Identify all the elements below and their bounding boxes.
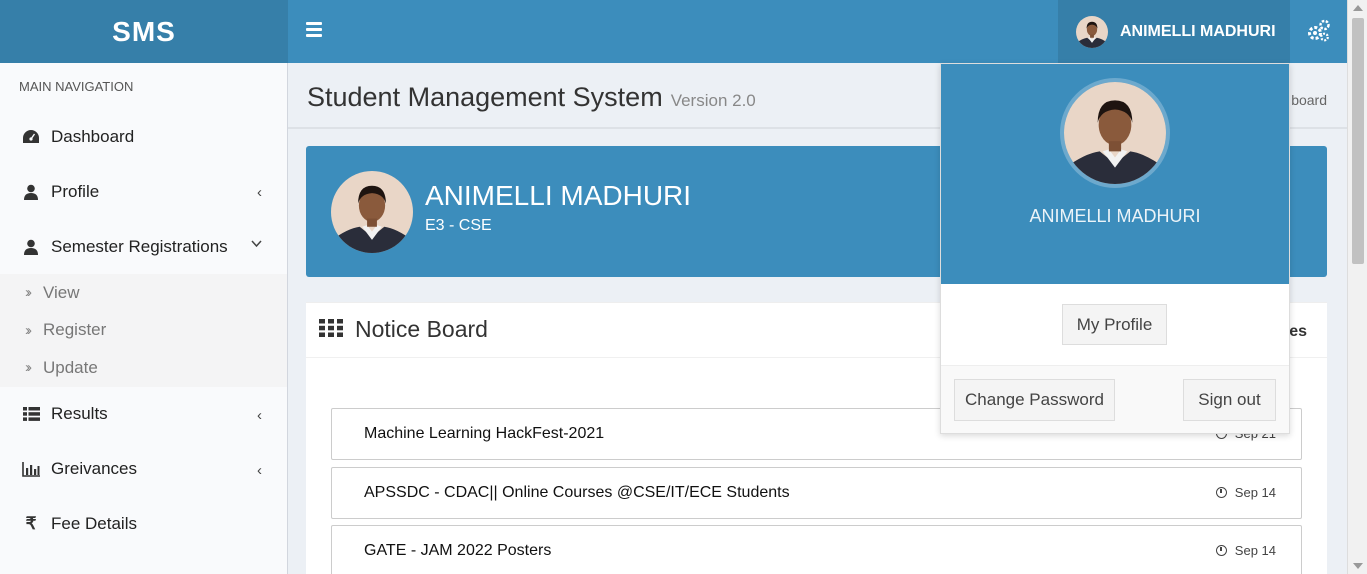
notice-item[interactable]: GATE - JAM 2022 Posters Sep 14 bbox=[331, 525, 1302, 574]
rupee-icon: ₹ bbox=[25, 514, 37, 533]
page-title: Student Management System Version 2.0 bbox=[307, 82, 756, 113]
submenu-item-label: View bbox=[43, 282, 80, 302]
submenu-item-label: Register bbox=[43, 320, 107, 340]
avatar bbox=[1076, 16, 1108, 48]
app-logo[interactable]: SMS bbox=[0, 0, 288, 63]
avatar bbox=[331, 171, 413, 253]
grid-icon bbox=[319, 319, 343, 337]
avatar bbox=[1060, 78, 1170, 188]
breadcrumb[interactable]: board bbox=[1291, 92, 1327, 108]
chevron-left-icon: ‹ bbox=[257, 184, 262, 201]
scroll-up-icon[interactable] bbox=[1353, 5, 1363, 11]
notice-title: APSSDC - CDAC|| Online Courses @CSE/IT/E… bbox=[364, 484, 790, 501]
sidebar-item-profile[interactable]: Profile ‹ bbox=[0, 164, 287, 219]
notice-title: Machine Learning HackFest-2021 bbox=[364, 425, 605, 442]
profile-branch: E3 - CSE bbox=[425, 217, 492, 234]
user-dropdown-header: ANIMELLI MADHURI bbox=[941, 64, 1289, 284]
notice-date-text: Sep 14 bbox=[1234, 543, 1276, 558]
sidebar-item-semester-registrations[interactable]: Semester Registrations bbox=[0, 219, 287, 274]
submenu-item-register[interactable]: ›› Register bbox=[0, 312, 287, 350]
double-chevron-icon: ›› bbox=[25, 284, 32, 302]
user-name: ANIMELLI MADHURI bbox=[1120, 22, 1276, 40]
sidebar-item-label: Profile bbox=[51, 181, 100, 201]
sidebar-item-dashboard[interactable]: Dashboard bbox=[0, 109, 287, 164]
sidebar: MAIN NAVIGATION Dashboard Profile ‹ Seme… bbox=[0, 63, 288, 574]
double-chevron-icon: ›› bbox=[25, 321, 32, 339]
notice-date: Sep 14 bbox=[1215, 485, 1276, 500]
sign-out-button[interactable]: Sign out bbox=[1183, 379, 1276, 421]
change-password-button[interactable]: Change Password bbox=[954, 379, 1115, 421]
page-title-text: Student Management System bbox=[307, 82, 663, 112]
chevron-down-icon bbox=[251, 235, 262, 252]
user-dropdown-body: My Profile bbox=[941, 284, 1289, 366]
page-scrollbar[interactable] bbox=[1347, 0, 1367, 574]
double-chevron-icon: ›› bbox=[25, 359, 32, 377]
my-profile-button[interactable]: My Profile bbox=[1062, 304, 1167, 345]
chevron-left-icon: ‹ bbox=[257, 406, 262, 424]
sidebar-item-fee-details[interactable]: ₹ Fee Details bbox=[0, 497, 287, 552]
sidebar-item-label: Greivances bbox=[51, 459, 137, 478]
notice-board-title: Notice Board bbox=[355, 316, 488, 342]
submenu-item-view[interactable]: ›› View bbox=[0, 274, 287, 312]
submenu-item-label: Update bbox=[43, 357, 98, 377]
notice-item[interactable]: APSSDC - CDAC|| Online Courses @CSE/IT/E… bbox=[331, 467, 1302, 519]
bar-chart-icon bbox=[22, 460, 40, 478]
dashboard-icon bbox=[22, 128, 40, 146]
scroll-thumb[interactable] bbox=[1352, 18, 1364, 264]
scroll-down-icon[interactable] bbox=[1353, 563, 1363, 569]
notice-title: GATE - JAM 2022 Posters bbox=[364, 542, 552, 559]
gears-icon[interactable] bbox=[1306, 18, 1332, 44]
submenu-item-update[interactable]: ›› Update bbox=[0, 349, 287, 387]
user-icon bbox=[22, 183, 40, 201]
page-version: Version 2.0 bbox=[670, 91, 756, 110]
notice-date-text: Sep 14 bbox=[1234, 485, 1276, 500]
profile-name: ANIMELLI MADHURI bbox=[425, 180, 692, 211]
chevron-left-icon: ‹ bbox=[257, 461, 262, 479]
clock-icon bbox=[1215, 487, 1227, 498]
sidebar-item-label: Results bbox=[51, 404, 108, 423]
semester-submenu: ›› View ›› Register ›› Update bbox=[0, 274, 287, 387]
sidebar-header: MAIN NAVIGATION bbox=[19, 79, 134, 94]
user-dropdown-menu: ANIMELLI MADHURI My Profile Change Passw… bbox=[940, 63, 1290, 434]
sidebar-item-greivances[interactable]: Greivances ‹ bbox=[0, 442, 287, 497]
user-menu-button[interactable]: ANIMELLI MADHURI bbox=[1058, 0, 1290, 63]
sidebar-item-label: Dashboard bbox=[51, 126, 135, 146]
sidebar-item-results[interactable]: Results ‹ bbox=[0, 387, 287, 442]
user-dropdown-footer: Change Password Sign out bbox=[941, 366, 1289, 433]
user-icon bbox=[22, 238, 40, 256]
dropdown-user-name: ANIMELLI MADHURI bbox=[1029, 206, 1201, 226]
top-navbar: ANIMELLI MADHURI bbox=[288, 0, 1347, 63]
clock-icon bbox=[1215, 545, 1227, 556]
sidebar-item-label: Fee Details bbox=[51, 514, 137, 533]
notice-date: Sep 14 bbox=[1215, 543, 1276, 558]
menu-toggle-icon[interactable] bbox=[306, 22, 322, 38]
list-icon bbox=[22, 405, 40, 423]
sidebar-item-label: Semester Registrations bbox=[51, 236, 228, 256]
notice-board-updates-label: es bbox=[1289, 323, 1307, 340]
